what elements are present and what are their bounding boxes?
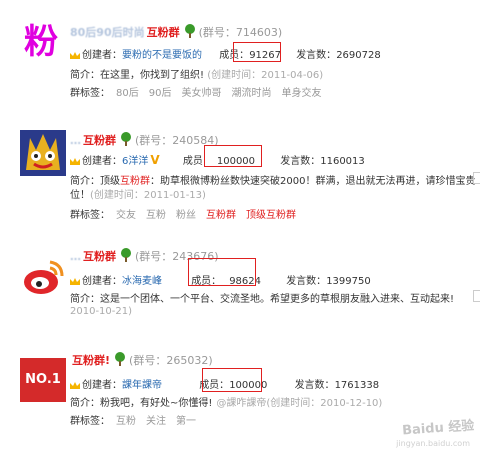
group-card-3: … 互粉群 (群号：243676) 创建者：冰海麦峰 成员： 98624 发言数：13… [0,238,480,348]
tags-row: 群标签： 互粉 关注 第一 [70,416,196,427]
group-avatar[interactable] [20,254,66,300]
tag-link[interactable]: 粉丝 [176,210,196,221]
post-count: 1761338 [334,380,380,391]
highlight-box [188,258,256,286]
creator-link[interactable]: 6洋洋 [122,156,148,167]
tag-link[interactable]: 顶级互粉群 [246,210,296,221]
group-id: (群号：714603) [198,26,283,39]
tag-link[interactable]: 第一 [176,416,196,427]
post-count: 1399750 [326,276,371,287]
watermark-url: jingyan.baidu.com [396,439,470,448]
crown-icon [70,51,80,59]
post-count: 2690728 [336,50,381,61]
intro-row-2: 位！(创建时间：2011-01-13) [70,190,206,201]
tree-icon [184,24,196,41]
post-count: 1160013 [320,156,365,167]
intro-row: 简介：这是一个团体、一个平台、交流圣地。希望更多的草根朋友融入进来、互动起来! [70,294,455,305]
crown-icon [70,157,80,165]
group-card-1: 粉 80后90后时尚 互粉群 (群号：714603) 创建者：要粉的不是要饭的 成员… [0,0,480,110]
crown-icon [70,381,80,389]
creator-link[interactable]: 冰海麦峰 [122,276,162,287]
tag-link[interactable]: 互粉群 [206,210,236,221]
tree-icon [114,352,126,369]
creator-row: 创建者：要粉的不是要饭的 成员：91267 发言数：2690728 [70,46,381,61]
highlight-box [202,368,262,392]
group-title[interactable]: 80后90后时尚 互粉群 (群号：714603) [70,24,282,41]
intro-row: 简介：粉我吧，有好处~你懂得! @課咋課帝(创建时间：2010-12-10) [70,398,383,409]
crown-icon [70,277,80,285]
tag-link[interactable]: 潮流时尚 [231,88,271,99]
group-avatar[interactable]: NO.1 [20,358,66,402]
group-title[interactable]: … 互粉群 (群号：240584) [70,132,219,149]
group-id: (群号：265032) [129,354,213,367]
tag-link[interactable]: 关注 [146,416,166,427]
tree-icon [120,248,132,265]
highlight-box [233,42,281,62]
tags-row: 群标签： 交友 互粉 粉丝 互粉群 顶级互粉群 [70,210,296,221]
tag-link[interactable]: 90后 [149,88,172,99]
tag-link[interactable]: 交友 [116,210,136,221]
highlight-box [204,145,262,167]
creator-link[interactable]: 要粉的不是要饭的 [122,50,202,61]
group-card-2: … 互粉群 (群号：240584) 创建者：6洋洋 V 成员 100000 发言数：11… [0,110,480,221]
group-avatar[interactable]: 粉 [20,20,62,64]
intro-row: 简介：在这里，你找到了组织! (创建时间：2011-04-06) [70,70,324,81]
intro-row-2: 2010-10-21) [70,306,133,317]
verified-icon: V [150,153,160,167]
intro-row: 简介：顶级互粉群：助草根微博粉丝数快速突破2000！群满，退出就无法再进，请珍惜… [70,176,476,187]
tag-link[interactable]: 互粉 [116,416,136,427]
group-title[interactable]: 互粉群! (群号：265032) [70,352,213,369]
tag-link[interactable]: 单身交友 [281,88,321,99]
group-avatar[interactable] [20,130,66,176]
tag-link[interactable]: 80后 [116,88,139,99]
tree-icon [120,132,132,149]
creator-link[interactable]: 課年課帝 [122,380,162,391]
tag-link[interactable]: 美女帅哥 [181,88,221,99]
tag-link[interactable]: 互粉 [146,210,166,221]
tags-row: 群标签： 80后 90后 美女帅哥 潮流时尚 单身交友 [70,88,322,99]
